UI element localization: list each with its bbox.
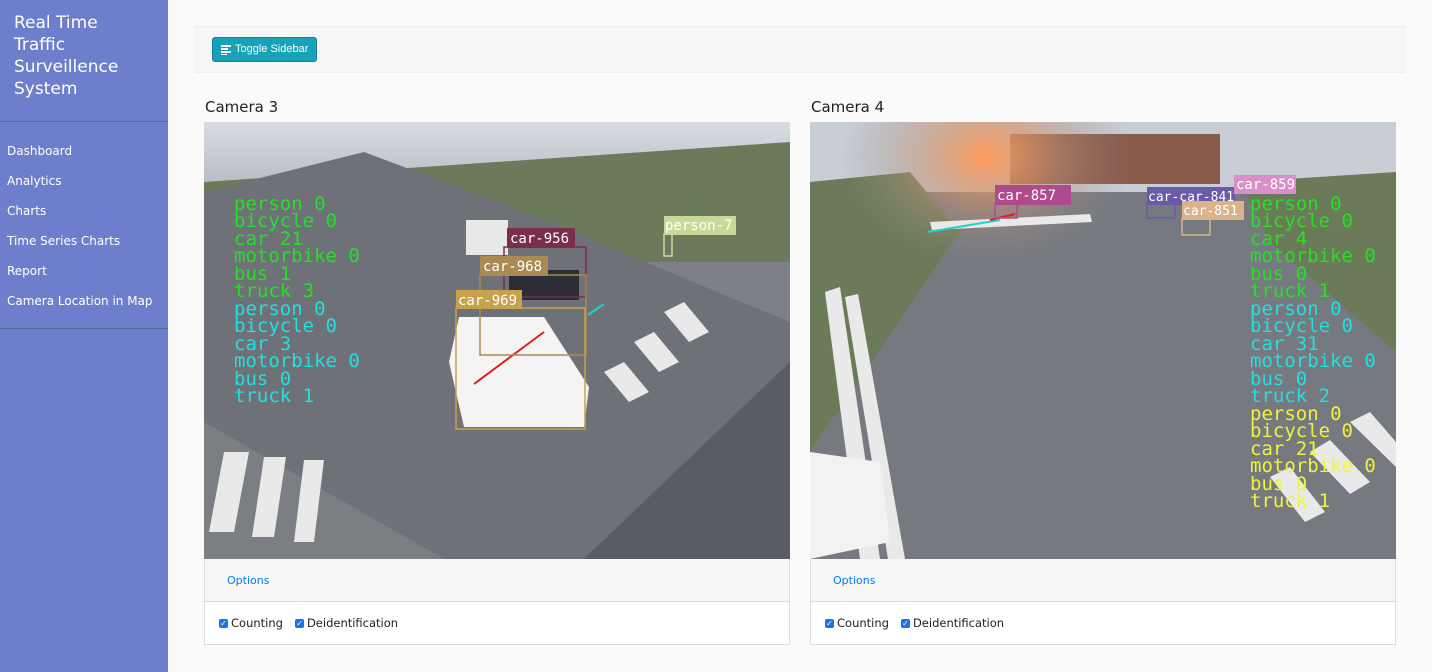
count-text: truck 1 — [1250, 490, 1330, 512]
detection-label: car-956 — [510, 231, 569, 247]
sidebar-item-analytics[interactable]: Analytics — [0, 166, 168, 196]
counting-label: Counting — [837, 616, 889, 630]
camera-options-card: Options ✓ Counting ✓ Deidentification — [810, 559, 1396, 645]
count-text: truck 1 — [234, 385, 314, 407]
detection-label: car-968 — [483, 259, 542, 275]
detection-label: car-859 — [1236, 177, 1295, 193]
camera-title: Camera 3 — [205, 98, 279, 116]
camera-panel-3: Camera 3 car-956 car-968 car-969 person-… — [204, 96, 790, 645]
main-content: Toggle Sidebar Camera 3 car-956 car-968 … — [168, 0, 1432, 672]
deidentification-label: Deidentification — [306, 616, 399, 630]
sidebar: Real Time Traffic Surveillence System Da… — [0, 0, 168, 672]
options-tab[interactable]: Options — [205, 559, 789, 602]
camera-feed-image: car-956 car-968 car-969 person-7 person … — [204, 122, 790, 559]
camera-feed-image: car-857 car-car-841 car-859 car-851 pers… — [810, 122, 1396, 559]
camera-feed-4: car-857 car-car-841 car-859 car-851 pers… — [810, 122, 1396, 559]
sidebar-item-dashboard[interactable]: Dashboard — [0, 136, 168, 166]
checkmark-icon[interactable]: ✓ — [219, 618, 228, 628]
camera-feed-3: car-956 car-968 car-969 person-7 person … — [204, 122, 790, 559]
top-navbar: Toggle Sidebar — [195, 26, 1405, 73]
app-title: Real Time Traffic Surveillence System — [0, 0, 168, 122]
sidebar-item-time-series-charts[interactable]: Time Series Charts — [0, 226, 168, 256]
options-tab[interactable]: Options — [811, 559, 1395, 602]
toggle-sidebar-button[interactable]: Toggle Sidebar — [212, 37, 318, 62]
deidentification-checkbox[interactable]: ✓ Deidentification — [900, 616, 1005, 630]
camera-panel-4: Camera 4 car-857 car-car-841 car-859 car… — [810, 96, 1396, 645]
deidentification-checkbox[interactable]: ✓ Deidentification — [294, 616, 399, 630]
counting-checkbox[interactable]: ✓ Counting — [219, 616, 283, 630]
checkmark-icon[interactable]: ✓ — [294, 618, 304, 628]
checkmark-icon[interactable]: ✓ — [900, 618, 910, 628]
toggle-sidebar-label: Toggle Sidebar — [235, 43, 309, 55]
deidentification-label: Deidentification — [912, 616, 1005, 630]
camera-options-card: Options ✓ Counting ✓ Deidentification — [204, 559, 790, 645]
camera-title: Camera 4 — [811, 98, 885, 116]
checkmark-icon[interactable]: ✓ — [825, 618, 834, 628]
counting-checkbox[interactable]: ✓ Counting — [825, 616, 889, 630]
detection-label: car-851 — [1183, 204, 1238, 219]
sidebar-item-charts[interactable]: Charts — [0, 196, 168, 226]
sidebar-item-camera-location-map[interactable]: Camera Location in Map — [0, 286, 168, 316]
counting-label: Counting — [231, 616, 283, 630]
detection-label: car-857 — [997, 188, 1056, 204]
align-left-icon — [221, 45, 231, 55]
sidebar-nav: Dashboard Analytics Charts Time Series C… — [0, 122, 168, 329]
sidebar-item-report[interactable]: Report — [0, 256, 168, 286]
detection-label: person-7 — [665, 218, 732, 234]
detection-label: car-969 — [458, 293, 517, 309]
